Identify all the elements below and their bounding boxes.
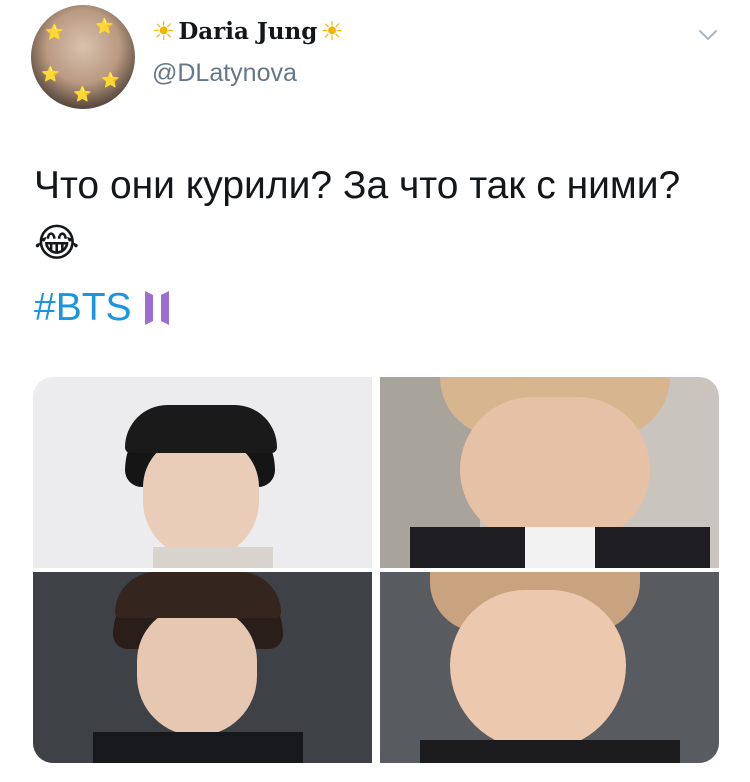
photo-4[interactable] (380, 572, 719, 763)
laughing-emoji-icon: 😂 (34, 221, 80, 266)
user-handle[interactable]: @DLatynova (152, 59, 297, 88)
sticker-icon: ⭐ (73, 86, 92, 103)
bangs-shape (125, 405, 277, 453)
hashtag-line: #BTS (34, 279, 170, 337)
sun-emoji-icon: ☀ (152, 16, 176, 47)
bangs-shape (115, 572, 281, 618)
photo-3[interactable] (33, 572, 372, 763)
suit-shape (420, 740, 680, 763)
photo-1[interactable] (33, 377, 372, 568)
tweet-text: Что они курили? За что так с ними? 😂 (34, 157, 714, 273)
bts-logo-icon (144, 291, 169, 325)
sticker-icon: ⭐ (45, 24, 64, 41)
shirt-shape (525, 527, 595, 568)
avatar[interactable]: ⭐ ⭐ ⭐ ⭐ ⭐ (31, 5, 135, 109)
face-shape (143, 437, 259, 559)
hashtag-link[interactable]: #BTS (34, 279, 132, 337)
sticker-icon: ⭐ (95, 18, 114, 35)
suit-shape (93, 732, 303, 763)
photo-2[interactable] (380, 377, 719, 568)
display-name[interactable]: ☀ Daria Jung ☀ (152, 18, 344, 45)
face-shape (460, 397, 650, 542)
collar-shape (153, 547, 273, 568)
media-grid (33, 377, 719, 763)
sticker-icon: ⭐ (101, 72, 120, 89)
face-shape (137, 606, 257, 736)
chevron-down-icon[interactable] (697, 24, 719, 46)
tweet-text-body: Что они курили? За что так с ними? (34, 164, 681, 207)
face-shape (450, 590, 626, 750)
sticker-icon: ⭐ (41, 66, 60, 83)
sun-emoji-icon: ☀ (320, 16, 344, 47)
display-name-text: Daria Jung (178, 18, 318, 45)
